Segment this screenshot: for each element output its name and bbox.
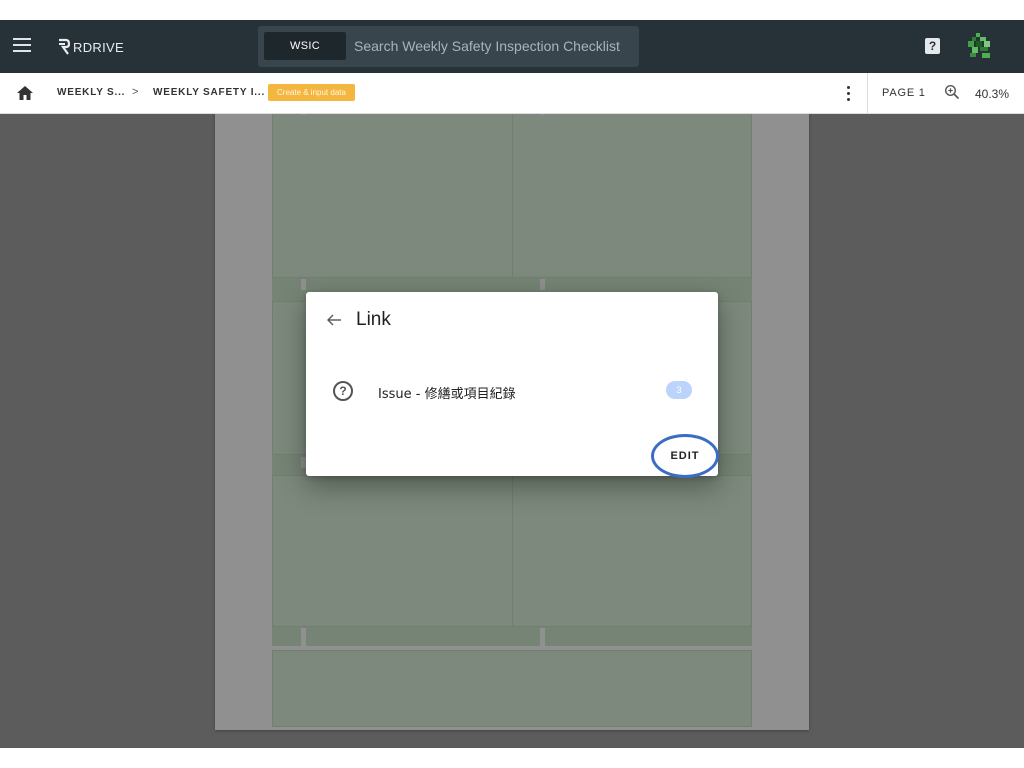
question-icon: ? xyxy=(333,381,353,401)
search-scope-chip[interactable]: WSIC xyxy=(264,32,346,60)
app-bar: RDRIVE WSIC ? xyxy=(0,20,1024,73)
link-dialog: Link ? Issue - 修繕或項目紀錄 3 EDIT xyxy=(306,292,719,478)
breadcrumb-item-workspace[interactable]: WEEKLY S... xyxy=(57,87,125,98)
toolbar-divider xyxy=(867,73,868,113)
logo-text: RDRIVE xyxy=(73,39,124,55)
link-item-label: Issue - 修繕或項目紀錄 xyxy=(378,387,516,402)
search-box: WSIC xyxy=(258,26,639,67)
dialog-title: Link xyxy=(356,309,391,330)
status-badge: Create & input data xyxy=(268,84,355,101)
breadcrumb-bar: WEEKLY S... > WEEKLY SAFETY I... Create … xyxy=(0,73,1024,114)
home-icon[interactable] xyxy=(16,85,34,101)
edit-button[interactable]: EDIT xyxy=(651,434,719,478)
search-input[interactable] xyxy=(354,32,632,60)
zoom-icon[interactable] xyxy=(944,84,960,100)
page-indicator[interactable]: PAGE 1 xyxy=(882,87,926,99)
logo-icon xyxy=(59,38,71,55)
back-arrow-icon[interactable] xyxy=(326,312,342,328)
app-logo[interactable]: RDRIVE xyxy=(57,35,124,59)
help-icon[interactable]: ? xyxy=(925,38,940,54)
avatar[interactable] xyxy=(968,33,994,59)
link-item-issue[interactable]: ? Issue - 修繕或項目紀錄 3 xyxy=(306,370,718,410)
breadcrumb-item-document[interactable]: WEEKLY SAFETY I... xyxy=(153,87,265,98)
link-count-badge: 3 xyxy=(666,381,692,399)
breadcrumb-separator: > xyxy=(132,86,139,98)
zoom-level: 40.3% xyxy=(975,87,1010,101)
menu-icon[interactable] xyxy=(13,38,31,54)
more-options-icon[interactable] xyxy=(840,83,856,103)
